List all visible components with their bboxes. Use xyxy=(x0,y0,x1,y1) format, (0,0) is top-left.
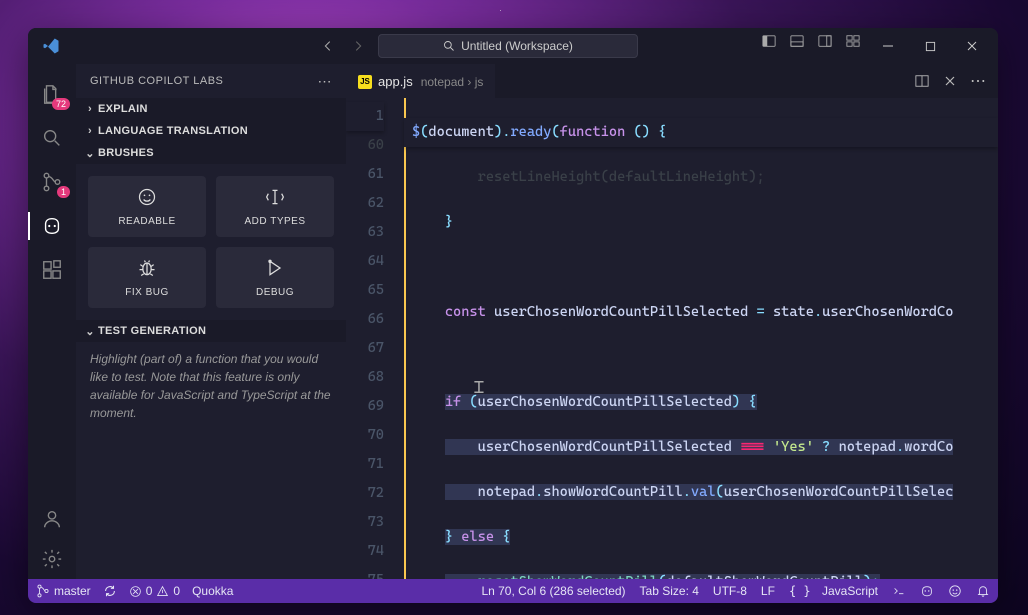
tab-filename: app.js xyxy=(378,74,413,89)
scm-badge: 1 xyxy=(57,186,70,198)
sidebar-more-icon[interactable]: ⋯ xyxy=(318,73,333,90)
tab-more-icon[interactable]: ⋯ xyxy=(966,69,990,93)
bug-icon xyxy=(137,257,157,279)
status-bar: master 0 0 Quokka Ln 70, Col 6 (286 sele… xyxy=(28,579,998,603)
status-prettier-icon[interactable] xyxy=(892,584,906,598)
status-copilot-icon[interactable] xyxy=(920,584,934,598)
layout-panel-icon[interactable] xyxy=(784,28,810,54)
layout-secondary-sidebar-icon[interactable] xyxy=(812,28,838,54)
copilot-labs-icon[interactable] xyxy=(28,204,76,248)
status-sync[interactable] xyxy=(103,584,117,598)
close-button[interactable] xyxy=(952,28,992,64)
status-branch[interactable]: master xyxy=(36,584,91,598)
section-brushes[interactable]: ⌄BRUSHES xyxy=(76,142,346,164)
titlebar: Untitled (Workspace) xyxy=(28,28,998,64)
minimize-button[interactable] xyxy=(868,28,908,64)
code-content: $(document).ready(function () { resetLin… xyxy=(404,98,998,579)
section-translation[interactable]: ›LANGUAGE TRANSLATION xyxy=(76,120,346,142)
tab-bar: JS app.js notepad › js ⋯ xyxy=(346,64,998,98)
source-control-icon[interactable]: 1 xyxy=(28,160,76,204)
brushes-grid: READABLE ADD TYPES FIX BUG DEBUG xyxy=(76,164,346,320)
section-testgen[interactable]: ⌄TEST GENERATION xyxy=(76,320,346,342)
nav-back-button[interactable] xyxy=(316,34,340,58)
status-quokka[interactable]: Quokka xyxy=(192,584,233,598)
brush-add-types[interactable]: ADD TYPES xyxy=(216,176,334,237)
status-encoding[interactable]: UTF-8 xyxy=(713,584,747,598)
tab-path: notepad › js xyxy=(421,75,484,89)
testgen-description: Highlight (part of) a function that you … xyxy=(76,342,346,436)
smiley-icon xyxy=(137,186,157,208)
layout-primary-sidebar-icon[interactable] xyxy=(756,28,782,54)
status-bell-icon[interactable] xyxy=(976,584,990,598)
explorer-icon[interactable]: 72 xyxy=(28,72,76,116)
section-explain[interactable]: ›EXPLAIN xyxy=(76,98,346,120)
breakpoint-icon xyxy=(265,257,285,279)
status-tabsize[interactable]: Tab Size: 4 xyxy=(640,584,699,598)
activity-bar: 72 1 xyxy=(28,64,76,579)
customize-layout-icon[interactable] xyxy=(840,28,866,54)
status-eol[interactable]: LF xyxy=(761,584,775,598)
sidebar: GITHUB COPILOT LABS ⋯ ›EXPLAIN ›LANGUAGE… xyxy=(76,64,346,579)
vscode-window: Untitled (Workspace) 72 1 xyxy=(28,28,998,603)
search-icon[interactable] xyxy=(28,116,76,160)
status-feedback-icon[interactable] xyxy=(948,584,962,598)
status-cursor-position[interactable]: Ln 70, Col 6 (286 selected) xyxy=(481,584,625,598)
js-file-icon: JS xyxy=(358,75,372,89)
close-tab-icon[interactable] xyxy=(938,69,962,93)
code-editor[interactable]: 1 60 61 62 63 64 65 66 67 68 69 70 71 72… xyxy=(346,98,998,579)
explorer-badge: 72 xyxy=(52,98,70,110)
sidebar-title: GITHUB COPILOT LABS ⋯ xyxy=(76,64,346,98)
brush-debug[interactable]: DEBUG xyxy=(216,247,334,308)
brush-readable[interactable]: READABLE xyxy=(88,176,206,237)
split-editor-icon[interactable] xyxy=(910,69,934,93)
settings-gear-icon[interactable] xyxy=(28,539,76,579)
text-cursor-icon: Ꮖ xyxy=(474,378,485,398)
editor-group: JS app.js notepad › js ⋯ 1 60 61 62 63 xyxy=(346,64,998,579)
command-center-label: Untitled (Workspace) xyxy=(461,39,573,53)
nav-forward-button[interactable] xyxy=(346,34,370,58)
extensions-icon[interactable] xyxy=(28,248,76,292)
status-language[interactable]: { } JavaScript xyxy=(789,584,878,598)
line-gutter: 1 60 61 62 63 64 65 66 67 68 69 70 71 72… xyxy=(346,98,404,579)
account-icon[interactable] xyxy=(28,499,76,539)
tab-app-js[interactable]: JS app.js notepad › js xyxy=(346,64,495,98)
maximize-button[interactable] xyxy=(910,28,950,64)
brush-fix-bug[interactable]: FIX BUG xyxy=(88,247,206,308)
vscode-logo-icon xyxy=(34,37,68,55)
text-cursor-icon xyxy=(265,186,285,208)
command-center[interactable]: Untitled (Workspace) xyxy=(378,34,638,58)
status-problems[interactable]: 0 0 xyxy=(129,584,180,598)
search-icon xyxy=(443,40,455,52)
